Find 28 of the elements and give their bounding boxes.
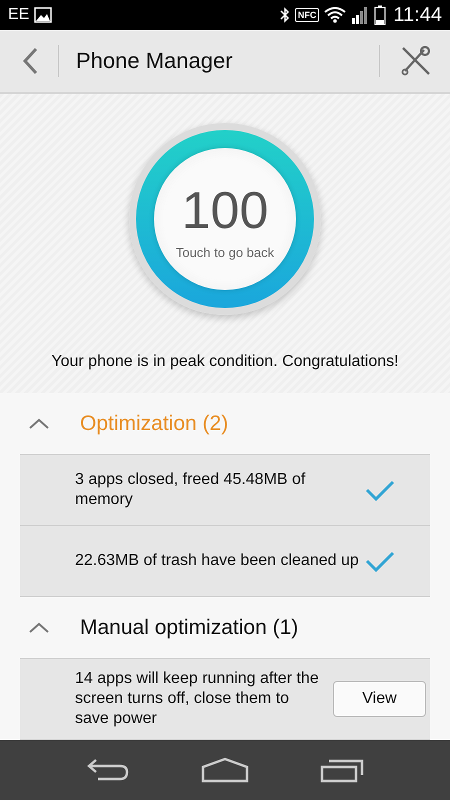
home-icon[interactable] bbox=[200, 757, 249, 783]
score-dial[interactable]: 100 Touch to go back bbox=[129, 123, 321, 315]
result-text: 14 apps will keep running after the screen turns off, close them to save power bbox=[75, 669, 320, 729]
section-title: Optimization (2) bbox=[80, 412, 228, 436]
bluetooth-icon bbox=[280, 6, 290, 24]
status-message: Your phone is in peak condition. Congratulations! bbox=[51, 353, 399, 371]
battery-icon bbox=[374, 5, 386, 25]
tools-icon[interactable] bbox=[400, 45, 432, 77]
back-icon[interactable] bbox=[20, 46, 40, 76]
wifi-icon bbox=[324, 7, 346, 23]
back-icon[interactable] bbox=[86, 757, 130, 783]
result-text: 22.63MB of trash have been cleaned up bbox=[75, 551, 360, 571]
result-text: 3 apps closed, freed 45.48MB of memory bbox=[75, 470, 306, 510]
section-title: Manual optimization (1) bbox=[80, 616, 298, 640]
nfc-icon: NFC bbox=[294, 8, 320, 22]
view-button[interactable]: View bbox=[333, 681, 426, 717]
screen-title: Phone Manager bbox=[75, 48, 234, 74]
image-icon bbox=[34, 7, 52, 23]
signal-icon bbox=[351, 6, 370, 24]
score-value: 100 bbox=[182, 184, 268, 236]
clock: 11:44 bbox=[393, 4, 442, 26]
check-icon bbox=[364, 549, 396, 573]
chevron-icon[interactable] bbox=[28, 416, 50, 430]
dial-hint: Touch to go back bbox=[176, 244, 274, 260]
recent-apps-icon[interactable] bbox=[320, 757, 364, 783]
check-icon bbox=[364, 478, 396, 502]
chevron-icon[interactable] bbox=[28, 620, 50, 634]
carrier-name: EE bbox=[8, 6, 30, 24]
